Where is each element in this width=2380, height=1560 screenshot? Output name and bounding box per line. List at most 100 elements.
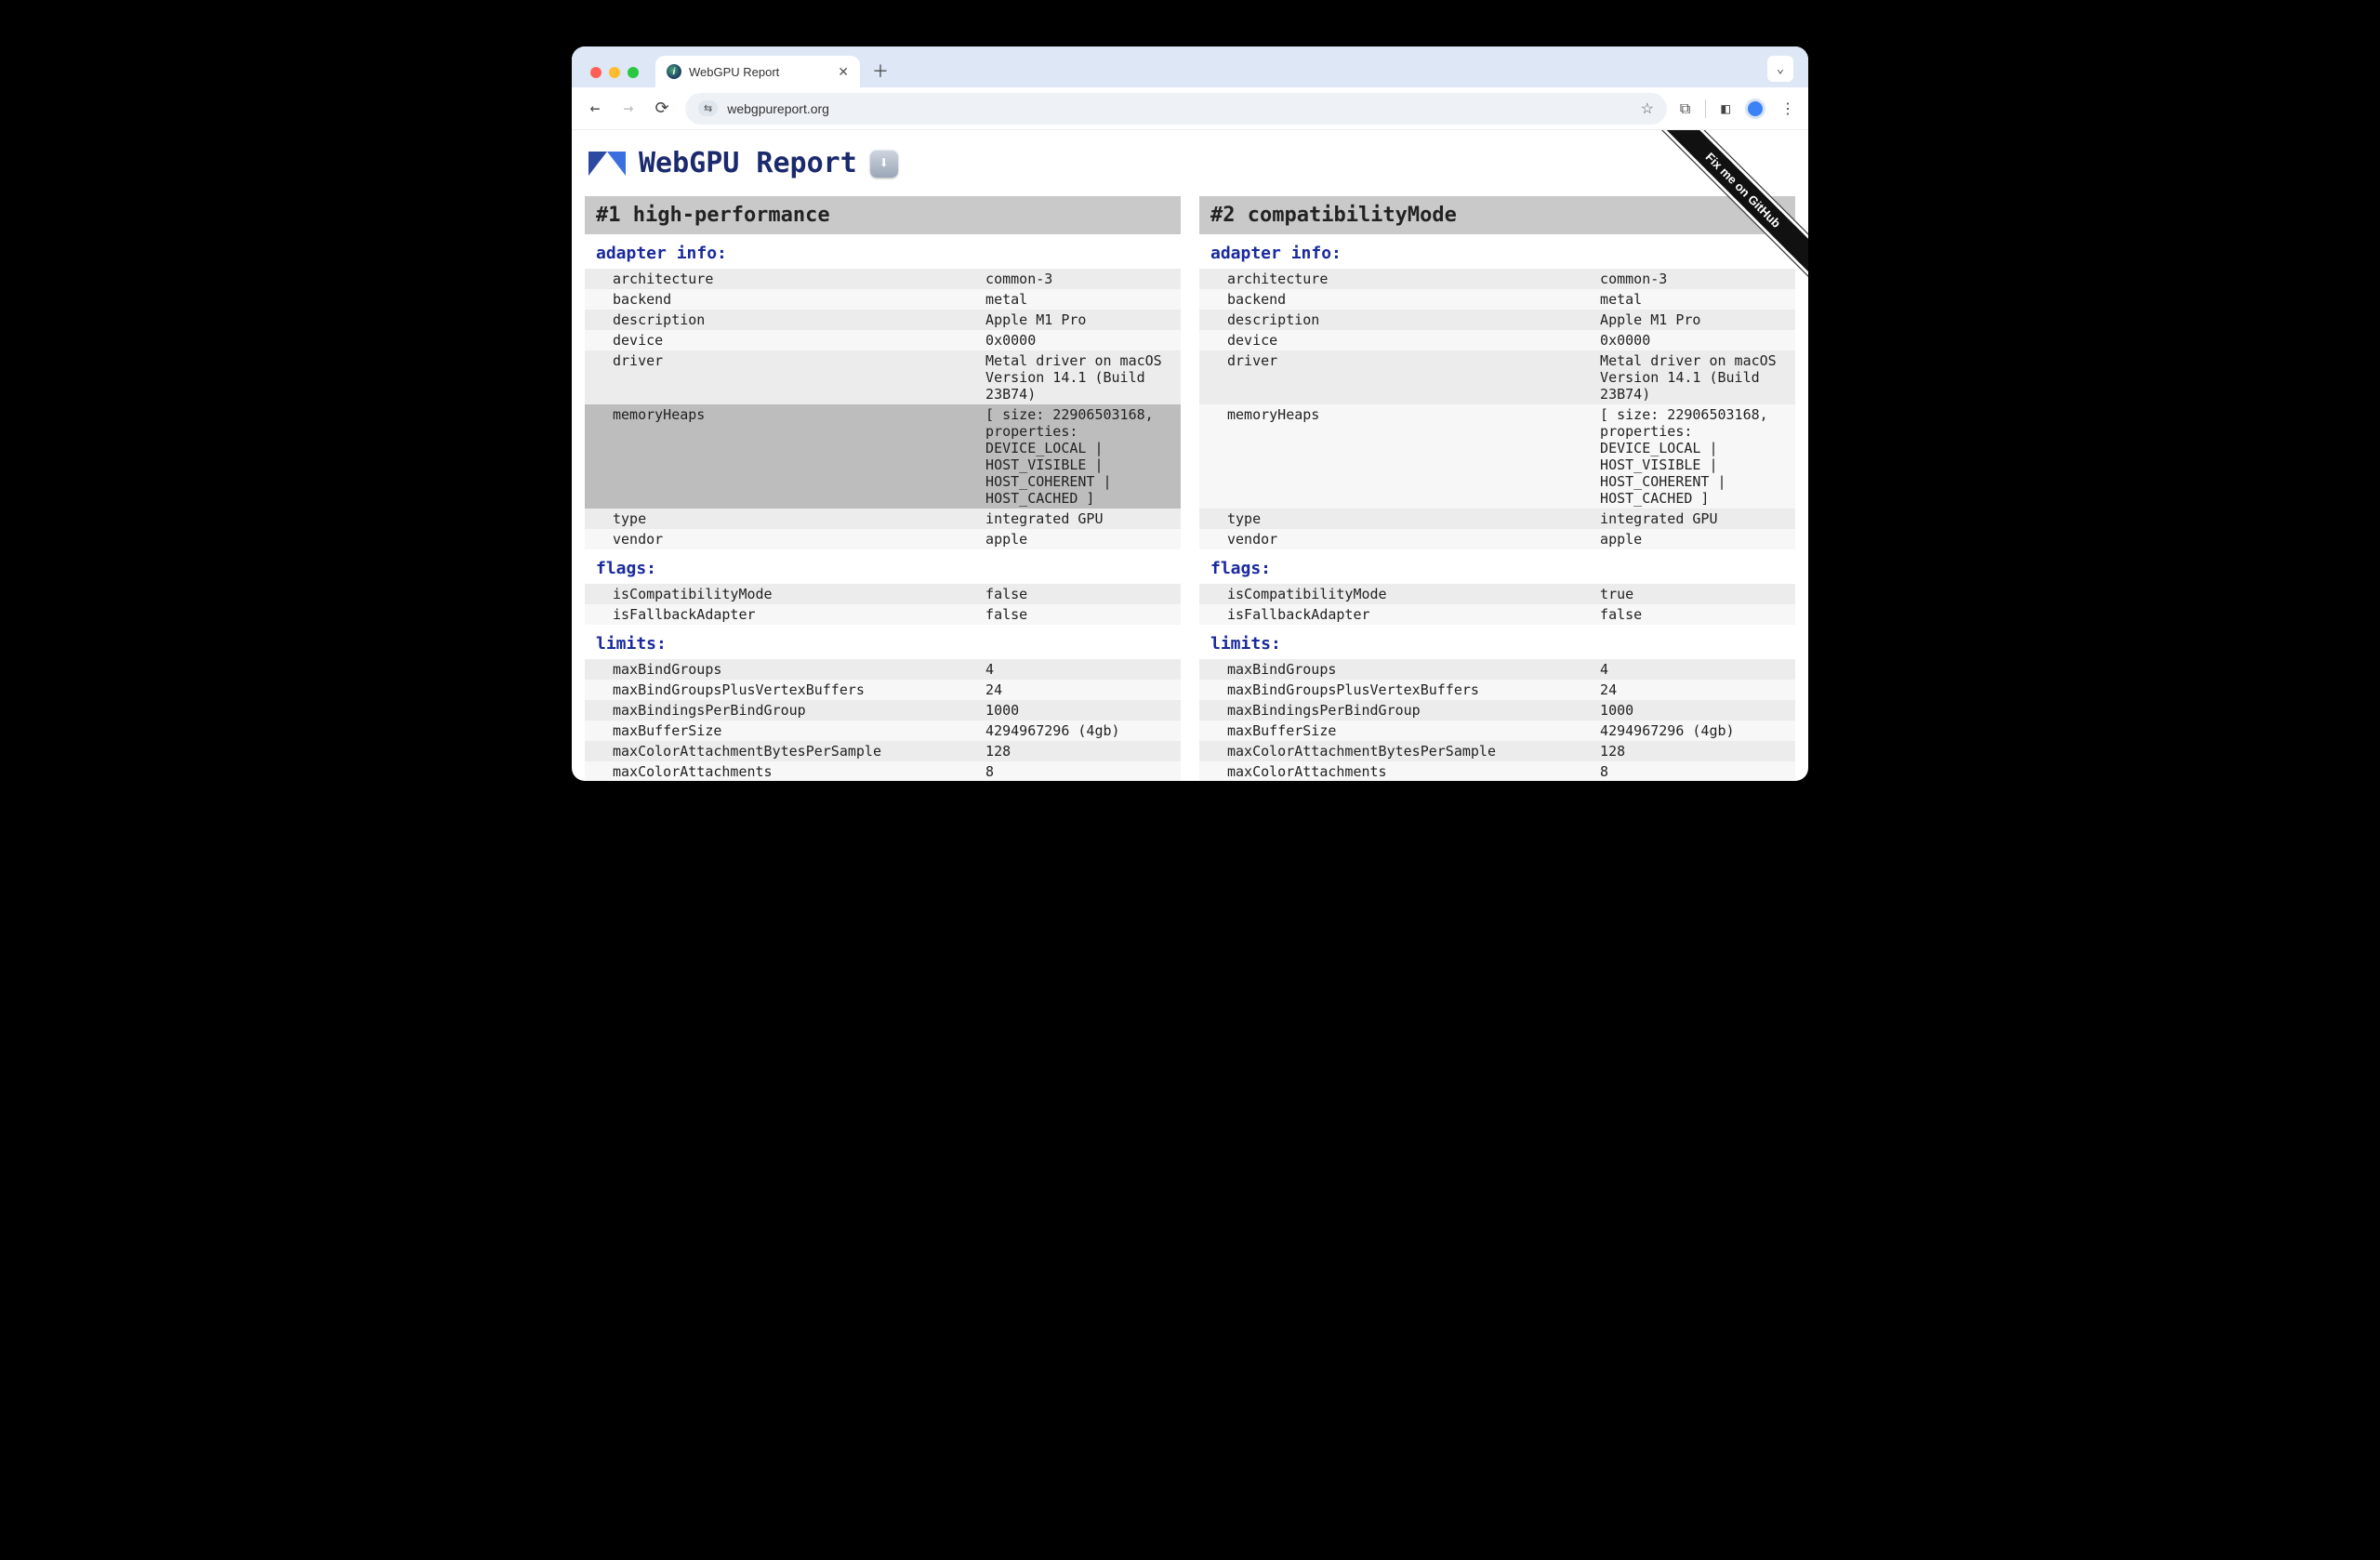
- kv-table: maxBindGroups4maxBindGroupsPlusVertexBuf…: [1199, 659, 1795, 781]
- row-key: backend: [1199, 289, 1593, 310]
- reload-button[interactable]: ⟳: [652, 99, 672, 118]
- table-row: vendorapple: [1199, 529, 1795, 549]
- row-value: apple: [978, 529, 1181, 549]
- row-value: 0x0000: [1593, 330, 1795, 350]
- row-key: vendor: [1199, 529, 1593, 549]
- row-key: maxBindGroupsPlusVertexBuffers: [1199, 680, 1593, 700]
- row-key: backend: [585, 289, 978, 310]
- row-value: 128: [978, 741, 1181, 761]
- section-heading: limits:: [1199, 625, 1795, 659]
- section-heading: adapter info:: [1199, 234, 1795, 269]
- browser-toolbar: ← → ⟳ ⇆ webgpureport.org ☆ ⧉ ◧ ⋮: [572, 87, 1808, 130]
- row-key: device: [585, 330, 978, 350]
- forward-button[interactable]: →: [618, 99, 639, 118]
- row-key: isFallbackAdapter: [1199, 604, 1593, 625]
- row-key: isFallbackAdapter: [585, 604, 978, 625]
- row-key: type: [1199, 509, 1593, 529]
- row-value: true: [1593, 584, 1795, 604]
- profile-avatar[interactable]: [1745, 99, 1765, 119]
- table-row: device0x0000: [1199, 330, 1795, 350]
- adapter-panel: #1 high-performanceadapter info:architec…: [585, 196, 1181, 781]
- table-row: typeintegrated GPU: [585, 509, 1181, 529]
- table-row: isFallbackAdapterfalse: [1199, 604, 1795, 625]
- row-key: description: [585, 310, 978, 330]
- table-row: maxColorAttachments8: [585, 761, 1181, 781]
- row-value: 1000: [978, 700, 1181, 721]
- tab-title: WebGPU Report: [689, 65, 779, 79]
- maximize-window-button[interactable]: [628, 67, 639, 78]
- table-row: maxBindGroups4: [585, 659, 1181, 680]
- row-key: maxColorAttachmentBytesPerSample: [585, 741, 978, 761]
- table-row: backendmetal: [585, 289, 1181, 310]
- row-value: 1000: [1593, 700, 1795, 721]
- row-key: vendor: [585, 529, 978, 549]
- row-value: common-3: [978, 269, 1181, 289]
- row-key: maxBufferSize: [1199, 721, 1593, 741]
- back-button[interactable]: ←: [585, 99, 605, 118]
- address-bar[interactable]: ⇆ webgpureport.org ☆: [685, 93, 1667, 125]
- sidepanel-icon[interactable]: ◧: [1721, 99, 1730, 117]
- table-row: maxBindGroups4: [1199, 659, 1795, 680]
- browser-tab[interactable]: i WebGPU Report ✕: [655, 56, 860, 87]
- extensions-icon[interactable]: ⧉: [1680, 99, 1690, 118]
- panel-heading: #2 compatibilityMode: [1199, 196, 1795, 234]
- table-row: descriptionApple M1 Pro: [585, 310, 1181, 330]
- close-window-button[interactable]: [590, 67, 602, 78]
- row-value: 8: [978, 761, 1181, 781]
- minimize-window-button[interactable]: [609, 67, 620, 78]
- row-key: driver: [585, 350, 978, 404]
- row-key: maxColorAttachments: [1199, 761, 1593, 781]
- section-heading: flags:: [585, 549, 1181, 584]
- tab-strip: i WebGPU Report ✕ ＋ ⌄: [572, 46, 1808, 87]
- table-row: isFallbackAdapterfalse: [585, 604, 1181, 625]
- panels-row: #1 high-performanceadapter info:architec…: [572, 196, 1808, 781]
- kv-table: isCompatibilityModetrueisFallbackAdapter…: [1199, 584, 1795, 625]
- row-value: 128: [1593, 741, 1795, 761]
- row-key: isCompatibilityMode: [585, 584, 978, 604]
- row-key: maxBufferSize: [585, 721, 978, 741]
- row-key: architecture: [1199, 269, 1593, 289]
- new-tab-button[interactable]: ＋: [867, 58, 893, 84]
- row-value: 24: [978, 680, 1181, 700]
- bookmark-star-icon[interactable]: ☆: [1641, 99, 1654, 118]
- table-row: maxBindingsPerBindGroup1000: [1199, 700, 1795, 721]
- section-heading: adapter info:: [585, 234, 1181, 269]
- section-heading: limits:: [585, 625, 1181, 659]
- row-value: Metal driver on macOS Version 14.1 (Buil…: [978, 350, 1181, 404]
- row-value: false: [978, 584, 1181, 604]
- row-value: 0x0000: [978, 330, 1181, 350]
- row-key: memoryHeaps: [1199, 404, 1593, 509]
- row-value: integrated GPU: [1593, 509, 1795, 529]
- webgpu-logo-icon: [588, 150, 626, 178]
- row-key: memoryHeaps: [585, 404, 978, 509]
- adapter-panel: #2 compatibilityModeadapter info:archite…: [1199, 196, 1795, 781]
- table-row: maxBindGroupsPlusVertexBuffers24: [1199, 680, 1795, 700]
- row-value: 4294967296 (4gb): [978, 721, 1181, 741]
- row-value: 4: [1593, 659, 1795, 680]
- tabs-menu-button[interactable]: ⌄: [1767, 56, 1793, 82]
- tab-close-button[interactable]: ✕: [838, 64, 849, 80]
- table-row: maxColorAttachmentBytesPerSample128: [585, 741, 1181, 761]
- table-row: maxBindingsPerBindGroup1000: [585, 700, 1181, 721]
- download-icon[interactable]: ⬇: [870, 150, 898, 178]
- row-key: isCompatibilityMode: [1199, 584, 1593, 604]
- row-key: maxBindGroupsPlusVertexBuffers: [585, 680, 978, 700]
- table-row: vendorapple: [585, 529, 1181, 549]
- row-value: common-3: [1593, 269, 1795, 289]
- table-row: descriptionApple M1 Pro: [1199, 310, 1795, 330]
- row-value: Apple M1 Pro: [978, 310, 1181, 330]
- table-row: maxBindGroupsPlusVertexBuffers24: [585, 680, 1181, 700]
- row-value: false: [978, 604, 1181, 625]
- site-info-icon[interactable]: ⇆: [698, 100, 718, 116]
- table-row: maxBufferSize4294967296 (4gb): [585, 721, 1181, 741]
- table-row: isCompatibilityModetrue: [1199, 584, 1795, 604]
- kv-table: isCompatibilityModefalseisFallbackAdapte…: [585, 584, 1181, 625]
- table-row: driverMetal driver on macOS Version 14.1…: [1199, 350, 1795, 404]
- kebab-menu-icon[interactable]: ⋮: [1780, 99, 1795, 117]
- row-value: false: [1593, 604, 1795, 625]
- row-value: Metal driver on macOS Version 14.1 (Buil…: [1593, 350, 1795, 404]
- toolbar-right: ⧉ ◧ ⋮: [1680, 99, 1795, 119]
- kv-table: architecturecommon-3backendmetaldescript…: [585, 269, 1181, 549]
- row-key: maxColorAttachments: [585, 761, 978, 781]
- table-row: memoryHeaps[ size: 22906503168, properti…: [1199, 404, 1795, 509]
